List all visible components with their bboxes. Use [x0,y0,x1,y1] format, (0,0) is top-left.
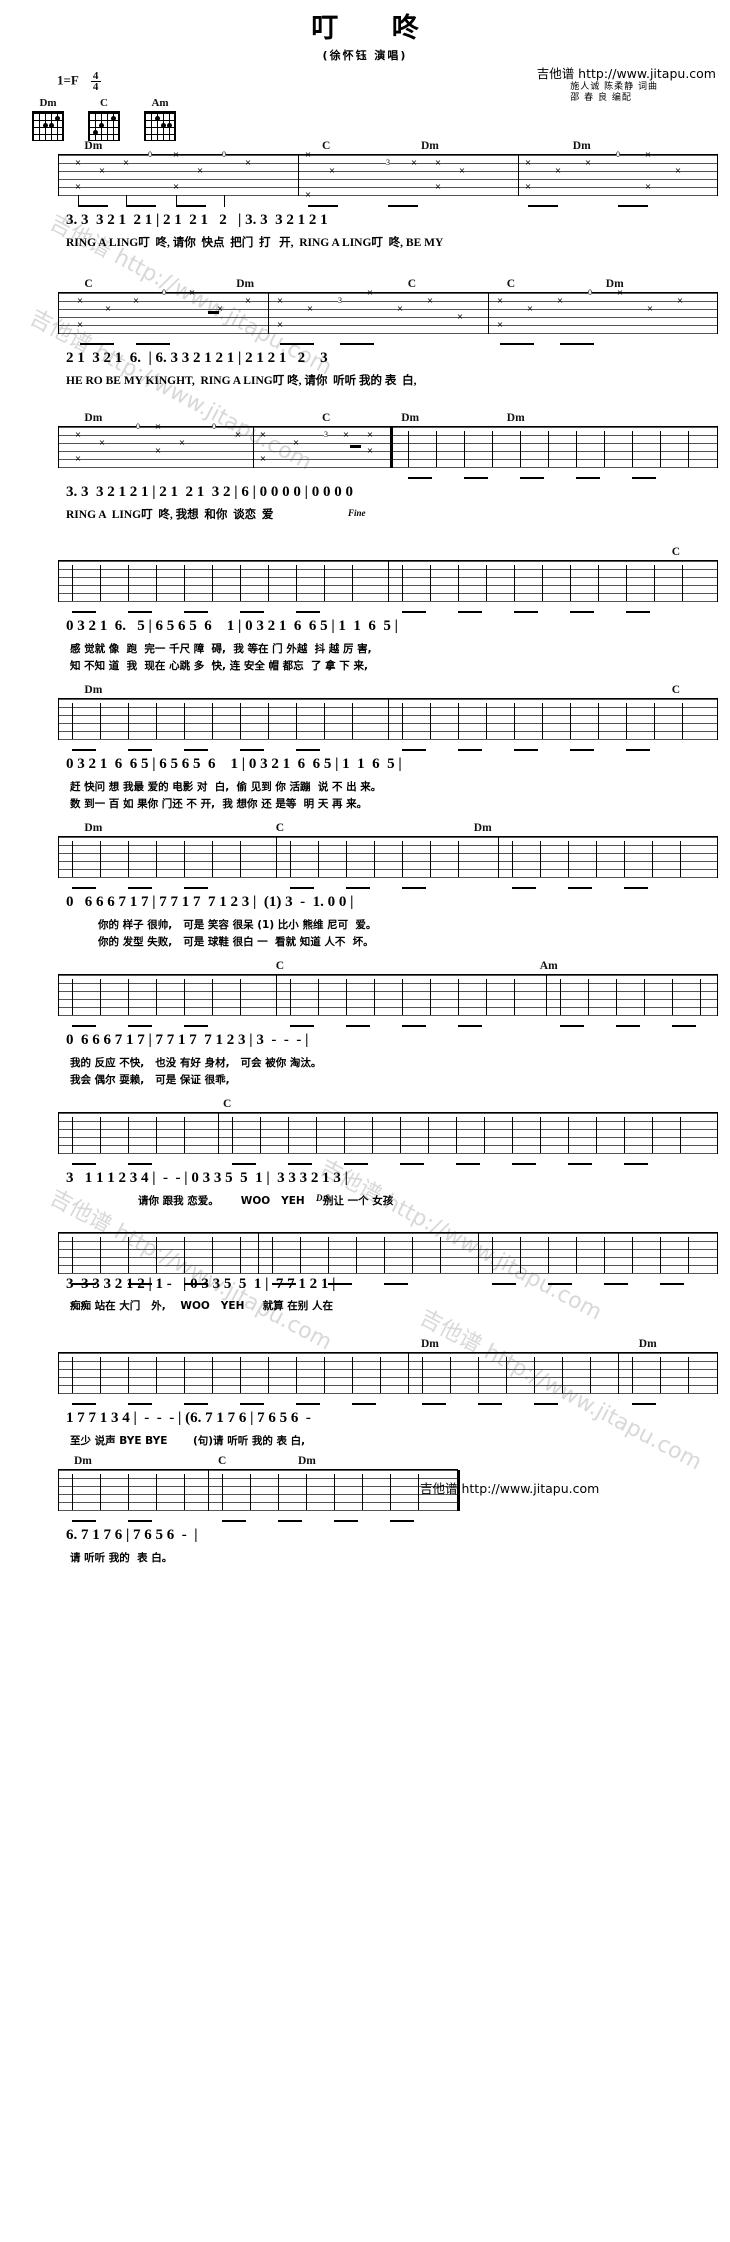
tablature-staff [58,560,718,613]
chord-grid [32,111,64,141]
lyric-line: 我的 反应 不快, 也没 有好 身材, 可会 被你 淘汰。 [70,1057,322,1069]
chord-label: C [223,1098,232,1110]
lyric-line: 赶 快问 想 我最 爱的 电影 对 白, 偷 见到 你 活蹦 说 不 出 来。 [70,781,382,793]
lyric-line: 知 不知 道 我 现在 心跳 多 快, 连 安全 帽 都忘 了 拿 下 来, [70,660,368,672]
ds-marking: D.S. [316,1193,333,1203]
chord-label: Dm [638,1338,657,1350]
lyric-line: 请你 跟我 恋爱。 WOO YEH 别让 一个 女孩 [138,1195,394,1207]
lyric-line: 至少 说声 BYE BYE (句)请 听听 我的 表 白, [70,1435,306,1447]
jianpu-line: 0 3 2 1 6. 5 | 6 5 6 5 6 1 | 0 3 2 1 6 6… [66,618,398,634]
tablature-staff [58,1112,718,1165]
chord-diagram-am: Am [144,97,176,141]
jianpu-line: 3. 3 3 2 1 2 1 | 2 1 2 1 2 | 3. 3 3 2 1 … [66,212,328,228]
jianpu-line: 0 6 6 6 7 1 7 | 7 7 1 7 7 1 2 3 | (1) 3 … [66,894,354,910]
meter-numerator: 4 [92,70,99,82]
lyric-line: 我会 偶尔 耍赖, 可是 保证 很乖, [70,1074,230,1086]
chord-label: C [506,278,516,290]
chord-label: Dm [421,1338,439,1350]
chord-label: Dm [473,822,492,834]
lyric-line: RING A LING叮 咚, 我想 和你 谈恋 爱 [66,509,274,521]
meter-denominator: 4 [92,81,99,93]
chord-label: Dm [506,412,525,424]
chord-label: Dm [572,140,591,152]
jianpu-line: 1 7 7 1 3 4 | - - - | (6. 7 1 7 6 | 7 6 … [66,1410,311,1426]
tablature-staff [58,1352,718,1405]
jianpu-line: 6. 7 1 7 6 | 7 6 5 6 - | [66,1527,198,1543]
time-signature: 4 4 [90,70,101,93]
tablature-staff: × × × × 0 × × × 0 × × × × 3 × × × × × × × × 0 × × × [58,151,718,207]
chord-label: Dm [298,1455,316,1467]
chord-label: C [218,1455,227,1467]
chord-row: C [58,1098,718,1112]
chord-label: Dm [84,412,103,424]
chord-name: Am [151,97,169,109]
page-title: 叮 咚 [311,13,441,44]
chord-label: Dm [84,684,103,696]
credits-line-2: 邵 春 良 编配 [570,93,632,103]
key-label: 1=F [57,72,79,88]
chord-grid [88,111,120,141]
tablature-staff: × × × 0 × × × 0 × × × × 3 × × × [58,423,718,479]
chord-label: C [275,822,285,834]
chord-label: Dm [74,1455,92,1467]
lyric-line: 你的 发型 失败, 可是 球鞋 很白 一 看就 知道 人不 坏。 [98,936,374,948]
jianpu-line: 3 3 3 3 2 1 2 | 1 - | 0 3 3 5 5 1 | 7 7 … [66,1276,336,1292]
lyric-line: HE RO BE MY KINGHT, RING A LING叮 咚, 请你 听… [66,375,417,387]
lyric-line: 感 觉就 像 跑 完一 千尺 障 碍, 我 等在 门 外越 抖 越 厉 害, [70,643,372,655]
chord-row: C Am [58,960,718,974]
site-url-bottom: 吉他谱 http://www.jitapu.com [420,1481,600,1496]
chord-name: C [100,97,108,109]
fine-marking: Fine [348,508,366,518]
chord-label: Dm [421,140,439,152]
chord-label: C [671,684,681,696]
chord-label: C [322,412,331,424]
chord-diagram-c: C [88,97,120,141]
jianpu-line: 3. 3 3 2 1 2 1 | 2 1 2 1 3 2 | 6 | 0 0 0… [66,484,353,500]
lyric-line: 数 到一 百 如 果你 门还 不 开, 我 想你 还 是等 明 天 再 来。 [70,798,368,810]
tablature-staff: × × × × 0 × × × × × × 3 × × × × × × × × 0 × × × [58,289,718,345]
chord-label: C [407,278,417,290]
tablature-staff [58,698,718,751]
chord-row: C [58,546,718,560]
chord-diagram-dm: Dm [32,97,64,141]
chord-row: Dm C Dm [58,1455,458,1469]
chord-label: C [671,546,681,558]
site-url-top: 吉他谱 http://www.jitapu.com [536,66,716,81]
key-signature: 1=F 4 4 [57,70,101,93]
chord-name: Dm [39,97,57,109]
credits-line-1: 施人诚 陈柔静 词曲 [570,82,658,92]
jianpu-line: 2 1 3 2 1 6. | 6. 3 3 2 1 2 1 | 2 1 2 1 … [66,350,328,366]
jianpu-line: 0 3 2 1 6 6 5 | 6 5 6 5 6 1 | 0 3 2 1 6 … [66,756,402,772]
sheet-music-page: 吉他谱 http://www.jitapu.com 吉他谱 http://www… [0,0,730,2242]
chord-label: C [84,278,93,290]
chord-label: Dm [236,278,255,290]
performer-subtitle: (徐怀钰 演唱) [322,49,408,62]
tablature-staff [58,836,718,889]
chord-row: Dm Dm [58,1338,718,1352]
lyric-line: 你的 样子 很帅, 可是 笑容 很呆 (1) 比小 熊维 尼可 爱。 [98,919,377,931]
chord-label: C [322,140,331,152]
chord-label: Am [539,960,558,972]
chord-row: Dm C Dm [58,822,718,836]
jianpu-line: 3 1 1 1 2 3 4 | - - | 0 3 3 5 5 1 | 3 3 … [66,1170,348,1186]
chord-row: Dm C [58,684,718,698]
lyric-line: 痴痴 站在 大门 外, WOO YEH 就算 在别 人在 [70,1300,333,1312]
lyric-line: RING A LING叮 咚, 请你 快点 把门 打 开, RING A LIN… [66,237,444,249]
chord-label: Dm [401,412,420,424]
tablature-staff [58,1469,460,1522]
credits: 施人诚 陈柔静 词曲 邵 春 良 编配 [570,82,658,104]
lyric-line: 请 听听 我的 表 白。 [70,1552,173,1564]
tablature-staff [58,974,718,1027]
chord-label: C [275,960,285,972]
tablature-staff [58,1232,718,1285]
chord-label: Dm [84,140,103,152]
chord-label: Dm [84,822,103,834]
chord-grid [144,111,176,141]
jianpu-line: 0 6 6 6 7 1 7 | 7 7 1 7 7 1 2 3 | 3 - - … [66,1032,309,1048]
